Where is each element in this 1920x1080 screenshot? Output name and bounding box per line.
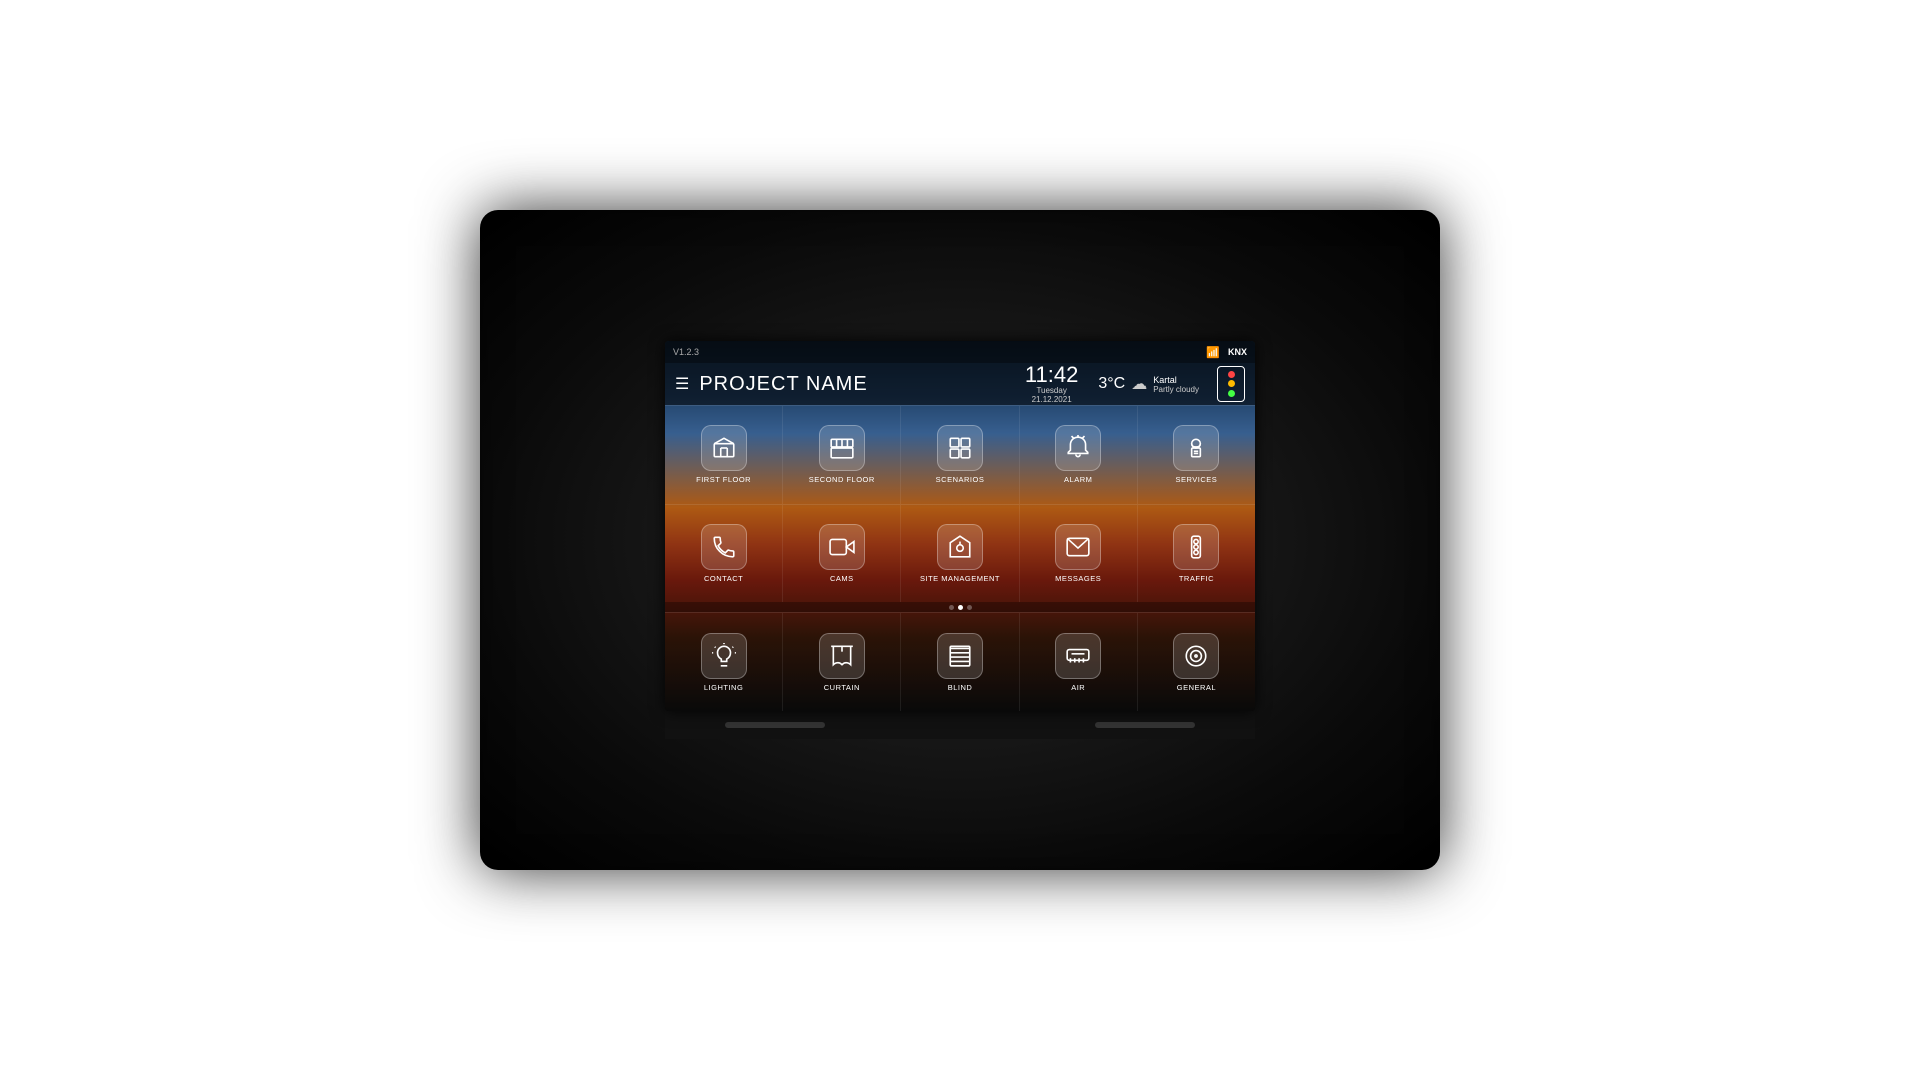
alarm-label: ALARM	[1064, 475, 1092, 484]
wifi-icon: 📶	[1206, 346, 1220, 359]
cams-icon	[829, 534, 855, 560]
second-floor-label: SECOND FLOOR	[809, 475, 875, 484]
site-management-label: SITE MANAGEMENT	[920, 574, 1000, 583]
cell-contact[interactable]: CONTACT	[665, 505, 783, 603]
tl-red-dot	[1228, 371, 1235, 378]
tl-green-dot	[1228, 390, 1235, 397]
second-floor-icon-box	[819, 425, 865, 471]
air-icon-box	[1055, 633, 1101, 679]
contact-label: CONTACT	[704, 574, 743, 583]
cams-label: CAMS	[830, 574, 854, 583]
date-display: 21.12.2021	[1032, 395, 1072, 404]
project-name: PROJECT NAME	[699, 373, 1015, 396]
cell-lighting[interactable]: LIGHTING	[665, 613, 783, 711]
menu-icon[interactable]: ☰	[675, 374, 689, 394]
air-label: AIR	[1071, 683, 1085, 692]
cell-general[interactable]: GENERAL	[1138, 613, 1255, 711]
scenarios-icon	[947, 435, 973, 461]
dot-1	[949, 605, 954, 610]
messages-icon	[1065, 534, 1091, 560]
messages-icon-box	[1055, 524, 1101, 570]
general-icon-box	[1173, 633, 1219, 679]
site-management-icon	[947, 534, 973, 560]
icon-row-2: CONTACT CAMS	[665, 504, 1255, 603]
icon-row-1: FIRST FLOOR SECOND FLOOR	[665, 405, 1255, 504]
weather-info: Kartal Partly cloudy	[1153, 375, 1199, 394]
cell-traffic[interactable]: TRAFFIC	[1138, 505, 1255, 603]
weather-city: Kartal	[1153, 375, 1177, 385]
cloud-icon: ☁	[1131, 374, 1147, 394]
cell-site-management[interactable]: SITE MANAGEMENT	[901, 505, 1019, 603]
top-bar-right: 📶 KNX	[1206, 346, 1247, 359]
cell-air[interactable]: AIR	[1020, 613, 1138, 711]
knx-label: KNX	[1228, 347, 1247, 357]
alarm-icon-box	[1055, 425, 1101, 471]
general-label: GENERAL	[1177, 683, 1216, 692]
screen-content: V1.2.3 📶 KNX ☰ PROJECT NAME 11:42 Tuesda…	[665, 341, 1255, 711]
curtain-label: CURTAIN	[824, 683, 860, 692]
blind-label: BLIND	[948, 683, 973, 692]
cell-messages[interactable]: MESSAGES	[1020, 505, 1138, 603]
header: ☰ PROJECT NAME 11:42 Tuesday 21.12.2021 …	[665, 363, 1255, 405]
left-handle	[725, 722, 825, 728]
lighting-label: LIGHTING	[704, 683, 743, 692]
traffic-light-header-icon	[1217, 366, 1245, 402]
curtain-icon	[829, 643, 855, 669]
right-handle	[1095, 722, 1195, 728]
time-display: 11:42	[1025, 364, 1078, 386]
temperature-display: 3°C	[1098, 375, 1125, 393]
version-label: V1.2.3	[673, 347, 699, 357]
dot-2	[958, 605, 963, 610]
contact-icon-box	[701, 524, 747, 570]
cell-second-floor[interactable]: SECOND FLOOR	[783, 406, 901, 504]
services-icon	[1183, 435, 1209, 461]
day-display: Tuesday	[1036, 386, 1066, 395]
cell-alarm[interactable]: ALARM	[1020, 406, 1138, 504]
cell-blind[interactable]: BLIND	[901, 613, 1019, 711]
cell-scenarios[interactable]: SCENARIOS	[901, 406, 1019, 504]
traffic-icon	[1183, 534, 1209, 560]
lighting-icon	[711, 643, 737, 669]
top-bar: V1.2.3 📶 KNX	[665, 341, 1255, 363]
grid-section: FIRST FLOOR SECOND FLOOR	[665, 405, 1255, 711]
blind-icon-box	[937, 633, 983, 679]
alarm-icon	[1065, 435, 1091, 461]
general-icon	[1183, 643, 1209, 669]
blind-icon	[947, 643, 973, 669]
tl-yellow-dot	[1228, 380, 1235, 387]
scenarios-label: SCENARIOS	[936, 475, 985, 484]
air-icon	[1065, 643, 1091, 669]
cell-first-floor[interactable]: FIRST FLOOR	[665, 406, 783, 504]
dot-3	[967, 605, 972, 610]
cell-curtain[interactable]: CURTAIN	[783, 613, 901, 711]
site-management-icon-box	[937, 524, 983, 570]
cell-services[interactable]: SERVICES	[1138, 406, 1255, 504]
services-icon-box	[1173, 425, 1219, 471]
device-frame: V1.2.3 📶 KNX ☰ PROJECT NAME 11:42 Tuesda…	[480, 210, 1440, 870]
lighting-icon-box	[701, 633, 747, 679]
bottom-handles	[665, 711, 1255, 739]
icon-row-3: LIGHTING CURTAIN	[665, 612, 1255, 711]
services-label: SERVICES	[1176, 475, 1218, 484]
weather-desc: Partly cloudy	[1153, 385, 1199, 394]
time-section: 11:42 Tuesday 21.12.2021	[1025, 364, 1078, 404]
curtain-icon-box	[819, 633, 865, 679]
first-floor-icon-box	[701, 425, 747, 471]
weather-section: 3°C ☁ Kartal Partly cloudy	[1098, 374, 1199, 394]
cell-cams[interactable]: CAMS	[783, 505, 901, 603]
pagination	[665, 602, 1255, 612]
scenarios-icon-box	[937, 425, 983, 471]
contact-icon	[711, 534, 737, 560]
messages-label: MESSAGES	[1055, 574, 1101, 583]
screen: V1.2.3 📶 KNX ☰ PROJECT NAME 11:42 Tuesda…	[665, 341, 1255, 711]
cams-icon-box	[819, 524, 865, 570]
second-floor-icon	[829, 435, 855, 461]
traffic-label: TRAFFIC	[1179, 574, 1214, 583]
first-floor-icon	[711, 435, 737, 461]
first-floor-label: FIRST FLOOR	[696, 475, 751, 484]
traffic-icon-box	[1173, 524, 1219, 570]
